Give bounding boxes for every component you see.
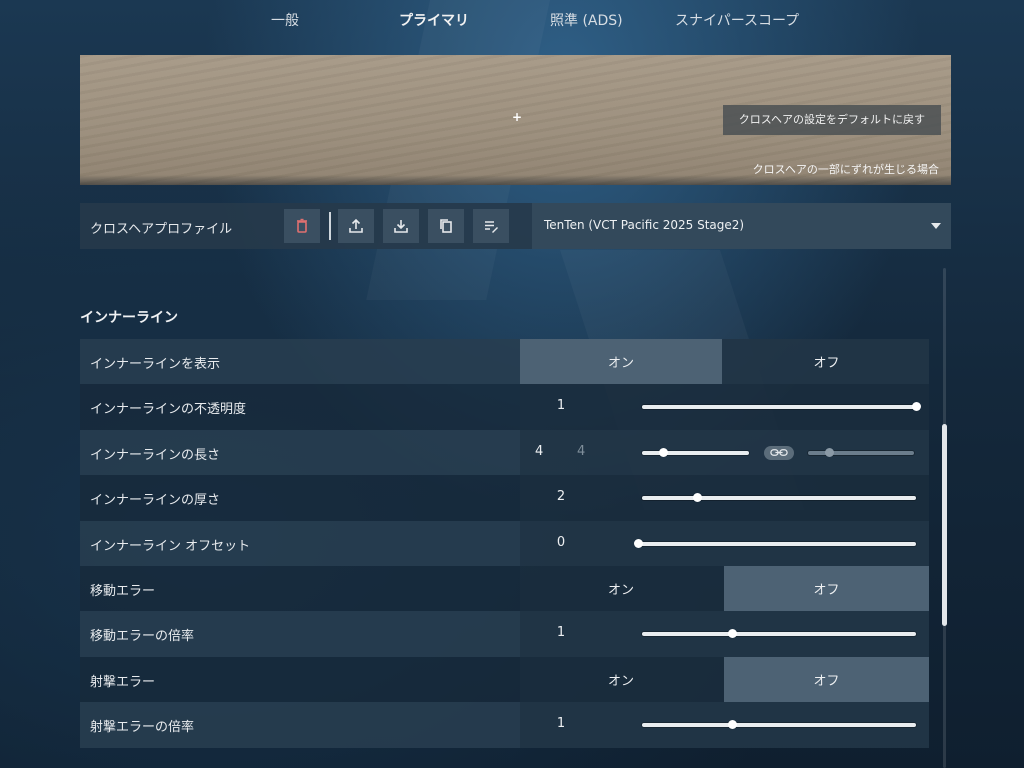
crosshair-profile-bar: クロスヘアプロファイル TenTen (VCT Pacific 2025 Sta… — [80, 203, 951, 249]
toggle-on-option[interactable]: オン — [520, 566, 722, 611]
toggle-off-option[interactable]: オフ — [724, 339, 929, 384]
tab-ads[interactable]: 照準 (ADS) — [550, 10, 623, 30]
link-icon — [770, 449, 788, 457]
rename-icon — [485, 221, 498, 233]
value-field[interactable]: 1 — [520, 625, 602, 640]
tab-primary[interactable]: プライマリ — [399, 10, 469, 30]
upload-icon — [349, 218, 363, 233]
preview-shadow — [80, 175, 951, 185]
settings-list: インナーラインを表示 オン オフ インナーラインの不透明度 1 インナーラインの… — [80, 339, 929, 748]
crosshair-preview: + クロスヘアの設定をデフォルトに戻す クロスヘアの一部にずれが生じる場合 — [80, 55, 951, 185]
setting-label: 移動エラー — [90, 583, 156, 599]
secondary-value-field[interactable]: 4 — [577, 444, 585, 459]
slider-track[interactable] — [642, 632, 916, 637]
toggle-off-option[interactable]: オフ — [724, 656, 929, 703]
slider-track[interactable] — [642, 723, 916, 728]
setting-row-inner-line-length: インナーラインの長さ 4 4 — [80, 429, 929, 476]
value-field[interactable]: 0 — [520, 535, 602, 550]
setting-label: インナーラインの長さ — [90, 447, 221, 463]
setting-row-show-inner-lines: インナーラインを表示 オン オフ — [80, 339, 929, 385]
secondary-slider-track[interactable] — [808, 450, 914, 455]
tab-sniper-scope[interactable]: スナイパースコープ — [675, 10, 799, 30]
toolbar-divider — [329, 212, 331, 240]
setting-label: インナーラインの不透明度 — [90, 402, 247, 418]
setting-label: 射撃エラー — [90, 674, 156, 690]
import-profile-button[interactable] — [383, 209, 419, 243]
slider-track[interactable] — [642, 450, 749, 455]
slider-thumb[interactable] — [634, 538, 643, 548]
delete-profile-button[interactable] — [284, 209, 320, 243]
export-profile-button[interactable] — [338, 209, 374, 243]
secondary-slider-thumb[interactable] — [825, 447, 835, 457]
slider-track[interactable] — [638, 541, 916, 546]
crosshair-preview-mark: + — [512, 110, 523, 124]
tab-general[interactable]: 一般 — [271, 10, 299, 30]
setting-label: インナーライン オフセット — [90, 538, 251, 554]
copy-profile-button[interactable] — [428, 209, 464, 243]
slider-track[interactable] — [642, 496, 916, 501]
toggle-off-option[interactable]: オフ — [724, 565, 929, 612]
setting-row-movement-error-multiplier: 移動エラーの倍率 1 — [80, 611, 929, 657]
setting-label: 射撃エラーの倍率 — [90, 720, 195, 736]
settings-tabs: 一般 プライマリ 照準 (ADS) スナイパースコープ — [0, 0, 1024, 40]
profile-dropdown[interactable]: TenTen (VCT Pacific 2025 Stage2) — [532, 203, 951, 249]
copy-icon — [440, 219, 452, 233]
trash-icon — [297, 218, 307, 233]
profile-dropdown-value: TenTen (VCT Pacific 2025 Stage2) — [544, 218, 745, 232]
setting-row-inner-line-offset: インナーライン オフセット 0 — [80, 520, 929, 566]
reset-crosshair-button[interactable]: クロスヘアの設定をデフォルトに戻す — [722, 105, 941, 135]
link-values-button[interactable] — [764, 445, 794, 460]
value-field[interactable]: 4 — [535, 444, 543, 459]
download-icon — [394, 220, 408, 233]
chevron-down-icon — [931, 223, 941, 229]
rename-profile-button[interactable] — [473, 209, 509, 243]
setting-row-inner-line-thickness: インナーラインの厚さ 2 — [80, 475, 929, 521]
slider-track[interactable] — [642, 405, 916, 410]
scrollbar-thumb[interactable] — [942, 424, 947, 626]
value-field[interactable]: 1 — [520, 716, 602, 731]
setting-row-inner-line-opacity: インナーラインの不透明度 1 — [80, 384, 929, 430]
section-title: インナーライン — [80, 310, 178, 326]
slider-thumb[interactable] — [692, 493, 702, 503]
value-field[interactable]: 2 — [520, 489, 602, 504]
value-field[interactable]: 1 — [520, 398, 602, 413]
setting-row-firing-error-multiplier: 射撃エラーの倍率 1 — [80, 702, 929, 748]
setting-row-firing-error: 射撃エラー オン オフ — [80, 656, 929, 703]
profile-label: クロスヘアプロファイル — [90, 222, 233, 237]
toggle-on-option[interactable]: オン — [520, 657, 722, 702]
setting-label: インナーラインの厚さ — [90, 493, 221, 509]
setting-label: インナーラインを表示 — [90, 357, 221, 372]
setting-row-movement-error: 移動エラー オン オフ — [80, 565, 929, 612]
setting-label: 移動エラーの倍率 — [90, 629, 195, 645]
toggle-on-option[interactable]: オン — [520, 339, 722, 385]
